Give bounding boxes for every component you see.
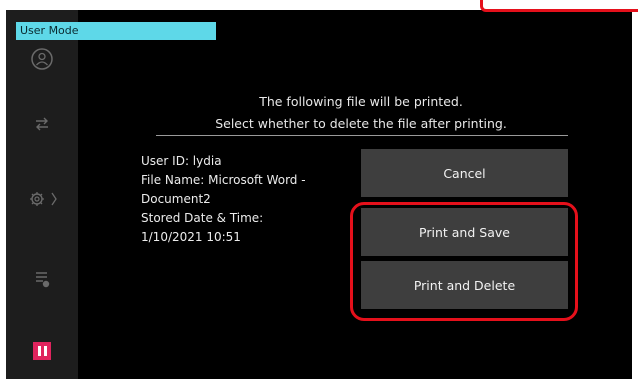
- sidebar: [6, 10, 78, 379]
- file-name-line1: File Name: Microsoft Word -: [141, 173, 306, 187]
- stored-date-value: 1/10/2021 10:51: [141, 230, 241, 244]
- print-and-delete-button[interactable]: Print and Delete: [361, 261, 568, 309]
- user-icon[interactable]: [6, 48, 78, 70]
- print-and-save-button[interactable]: Print and Save: [361, 208, 568, 256]
- top-highlight-annotation: [480, 0, 638, 12]
- settings-icon[interactable]: [6, 188, 78, 210]
- file-name-line2: Document2: [141, 192, 211, 206]
- user-id: User ID: lydia: [141, 154, 222, 168]
- device-screen: User Mode The following file will be pri…: [6, 10, 632, 379]
- file-info: User ID: lydia File Name: Microsoft Word…: [141, 152, 361, 247]
- job-status-icon[interactable]: [6, 268, 78, 290]
- stored-date-label: Stored Date & Time:: [141, 211, 264, 225]
- cancel-button[interactable]: Cancel: [361, 149, 568, 197]
- pause-icon[interactable]: [33, 342, 51, 360]
- transfer-icon[interactable]: [6, 113, 78, 135]
- dialog-message-line1: The following file will be printed.: [259, 94, 463, 109]
- user-mode-tab: User Mode: [16, 22, 216, 40]
- divider: [156, 135, 568, 136]
- dialog-message-line2: Select whether to delete the file after …: [215, 116, 507, 131]
